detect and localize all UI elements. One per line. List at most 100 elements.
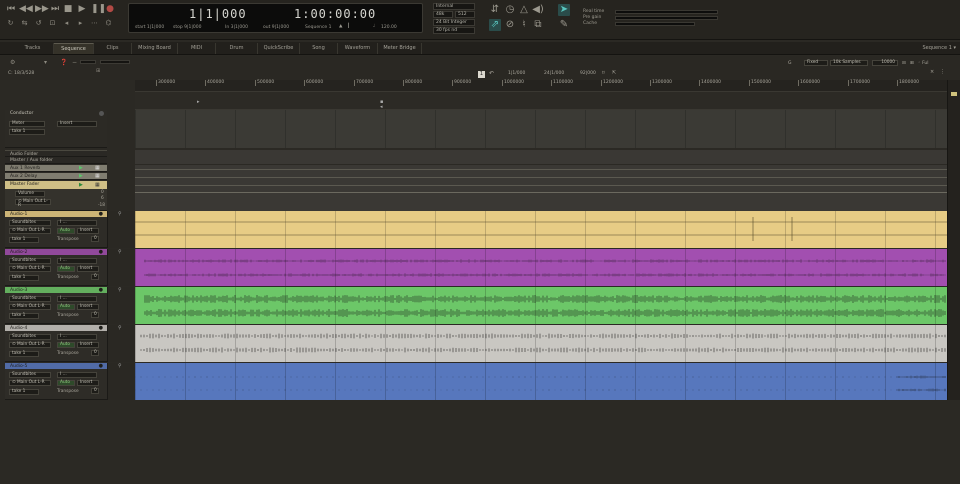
- master-volume-select[interactable]: Volume: [15, 191, 45, 197]
- tab-drum[interactable]: Drum: [216, 43, 258, 54]
- aux1-header[interactable]: Aux 1 Reverb ▶ ▦: [5, 165, 107, 172]
- clock-icon[interactable]: ◷: [504, 4, 516, 16]
- in-time[interactable]: In 3|1|000: [225, 25, 248, 30]
- fixed-select[interactable]: Fixed: [804, 60, 828, 66]
- tab-quickscribe[interactable]: QuickScribe: [258, 43, 300, 54]
- track-name[interactable]: Audio-5: [6, 364, 27, 369]
- insert-select[interactable]: Insert: [77, 380, 99, 386]
- master-fader-header[interactable]: Master Fader ▶ ▦ Volume ⊙ Main Out L-R 0…: [5, 181, 107, 211]
- mixer-icon[interactable]: ⧉: [532, 19, 544, 31]
- conductor-record-icon[interactable]: [99, 111, 104, 116]
- track-search-icon[interactable]: ⚲: [118, 325, 122, 331]
- rewind-icon[interactable]: ◀◀: [19, 4, 33, 14]
- master-settings-icon[interactable]: ▦: [95, 182, 100, 188]
- output-select[interactable]: ⊙ Main Out L-R: [9, 380, 51, 386]
- track-record-icon[interactable]: ●: [99, 211, 103, 217]
- tempo-value[interactable]: 120.00: [381, 25, 397, 30]
- insert-select[interactable]: Insert: [77, 342, 99, 348]
- automation-toggle[interactable]: Auto: [57, 266, 75, 272]
- transpose-value[interactable]: 0: [91, 388, 99, 394]
- snap-icon[interactable]: ⌑: [602, 70, 605, 76]
- return-to-zero-icon[interactable]: ⏮: [6, 4, 16, 14]
- soundbites-select[interactable]: Soundbites: [9, 372, 51, 378]
- track-lane[interactable]: [135, 325, 947, 362]
- input-select[interactable]: I ...: [57, 296, 97, 302]
- zoom-icon[interactable]: ⊞: [96, 68, 100, 74]
- minus-icon[interactable]: −: [72, 59, 77, 66]
- track-header[interactable]: Audio-3 ● Soundbites I ... ⊙ Main Out L-…: [5, 287, 107, 324]
- play-marker-icon[interactable]: ▸: [197, 99, 200, 105]
- track-record-icon[interactable]: ●: [99, 249, 103, 255]
- track-search-icon[interactable]: ⚲: [118, 249, 122, 255]
- zoom-plus-icon[interactable]: ⊞: [910, 61, 914, 66]
- track-name[interactable]: Audio-1: [6, 212, 27, 217]
- tab-sequence[interactable]: Sequence: [54, 43, 94, 54]
- soundbites-select[interactable]: Soundbites: [9, 334, 51, 340]
- output-select[interactable]: ⊙ Main Out L-R: [9, 228, 51, 234]
- track-header[interactable]: Audio-4 ● Soundbites I ... ⊙ Main Out L-…: [5, 325, 107, 362]
- tune-icon[interactable]: ♮: [518, 19, 530, 31]
- sample-rate[interactable]: 48k: [433, 11, 453, 18]
- input-select[interactable]: I ...: [57, 334, 97, 340]
- tempo-slider-icon[interactable]: ┃: [347, 24, 350, 29]
- nudge-value-2[interactable]: 24|1/000: [544, 71, 564, 76]
- conductor-take-select[interactable]: take 1: [9, 129, 45, 135]
- marker-lane[interactable]: ▸ ▪ ◂: [135, 92, 947, 110]
- output-select[interactable]: ⊙ Main Out L-R: [9, 342, 51, 348]
- memory-icon[interactable]: ⊡: [48, 19, 57, 28]
- track-lane[interactable]: [135, 363, 947, 400]
- stop-time[interactable]: stop 9|1|000: [173, 25, 202, 30]
- track-record-icon[interactable]: ●: [99, 325, 103, 331]
- automation-toggle[interactable]: Auto: [57, 228, 75, 234]
- bit-depth[interactable]: 24 Bit Integer: [433, 19, 475, 26]
- input-select[interactable]: I ...: [57, 220, 97, 226]
- take-select[interactable]: take 1: [9, 389, 39, 395]
- aux2-settings-icon[interactable]: ▦: [95, 173, 100, 179]
- master-play-icon[interactable]: ▶: [79, 182, 83, 188]
- master-aux-header[interactable]: Master / Aux folder: [5, 157, 107, 164]
- aux2-header[interactable]: Aux 2 Delay ▶ ▦: [5, 173, 107, 180]
- step-icon[interactable]: ⋯: [90, 19, 99, 28]
- input-select[interactable]: I ...: [57, 258, 97, 264]
- full-zoom-option[interactable]: ◦ Ful: [918, 61, 929, 66]
- nudge-value-1[interactable]: 1|1/000: [508, 71, 525, 76]
- scroll-thumb[interactable]: [951, 92, 957, 96]
- conductor-insert-select[interactable]: Insert: [57, 121, 97, 127]
- soundbites-select[interactable]: Soundbites: [9, 220, 51, 226]
- soundbites-select[interactable]: Soundbites: [9, 258, 51, 264]
- out-time[interactable]: out 9|1|000: [263, 25, 289, 30]
- pointer-tool-icon[interactable]: ➤: [558, 4, 570, 16]
- transpose-value[interactable]: 0: [91, 274, 99, 280]
- metronome-icon[interactable]: ▲: [339, 24, 342, 29]
- stop-icon[interactable]: ■: [63, 4, 73, 14]
- metronome-icon[interactable]: △: [518, 4, 530, 16]
- track-name[interactable]: Audio-2: [6, 250, 27, 255]
- loop-icon[interactable]: ↻: [6, 19, 15, 28]
- frame-rate[interactable]: 30 fps nd: [433, 27, 475, 34]
- grid-toggle-icon[interactable]: G: [788, 61, 792, 66]
- sequence-menu[interactable]: Sequence 1: [305, 25, 332, 30]
- sync-source[interactable]: Internal: [433, 3, 475, 10]
- track-record-icon[interactable]: ●: [99, 287, 103, 293]
- output-select[interactable]: ⊙ Main Out L-R: [9, 266, 51, 272]
- punch-icon[interactable]: ⇆: [20, 19, 29, 28]
- automation-toggle[interactable]: Auto: [57, 304, 75, 310]
- master-output-select[interactable]: ⊙ Main Out L-R: [15, 199, 51, 208]
- undo-icon[interactable]: ↺: [34, 19, 43, 28]
- fast-forward-icon[interactable]: ▶▶: [35, 4, 49, 14]
- grid-icon[interactable]: ⇱: [612, 70, 616, 76]
- vertical-scrollbar[interactable]: [947, 80, 960, 400]
- output-select[interactable]: ⊙ Main Out L-R: [9, 304, 51, 310]
- track-header[interactable]: Audio-2 ● Soundbites I ... ⊙ Main Out L-…: [5, 249, 107, 286]
- transpose-value[interactable]: 0: [91, 312, 99, 318]
- track-record-icon[interactable]: ●: [99, 363, 103, 369]
- tab-midi[interactable]: MIDI: [178, 43, 216, 54]
- automation-toggle[interactable]: Auto: [57, 342, 75, 348]
- scrub-icon[interactable]: ▸: [76, 19, 85, 28]
- tab-clips[interactable]: Clips: [94, 43, 132, 54]
- track-header[interactable]: Audio-1 ● Soundbites I ... ⊙ Main Out L-…: [5, 211, 107, 248]
- pencil-tool-icon[interactable]: ✎: [558, 19, 570, 31]
- track-lane[interactable]: [135, 249, 947, 286]
- more-icon[interactable]: ⋮: [940, 69, 945, 75]
- go-to-end-icon[interactable]: ⏭: [50, 4, 60, 14]
